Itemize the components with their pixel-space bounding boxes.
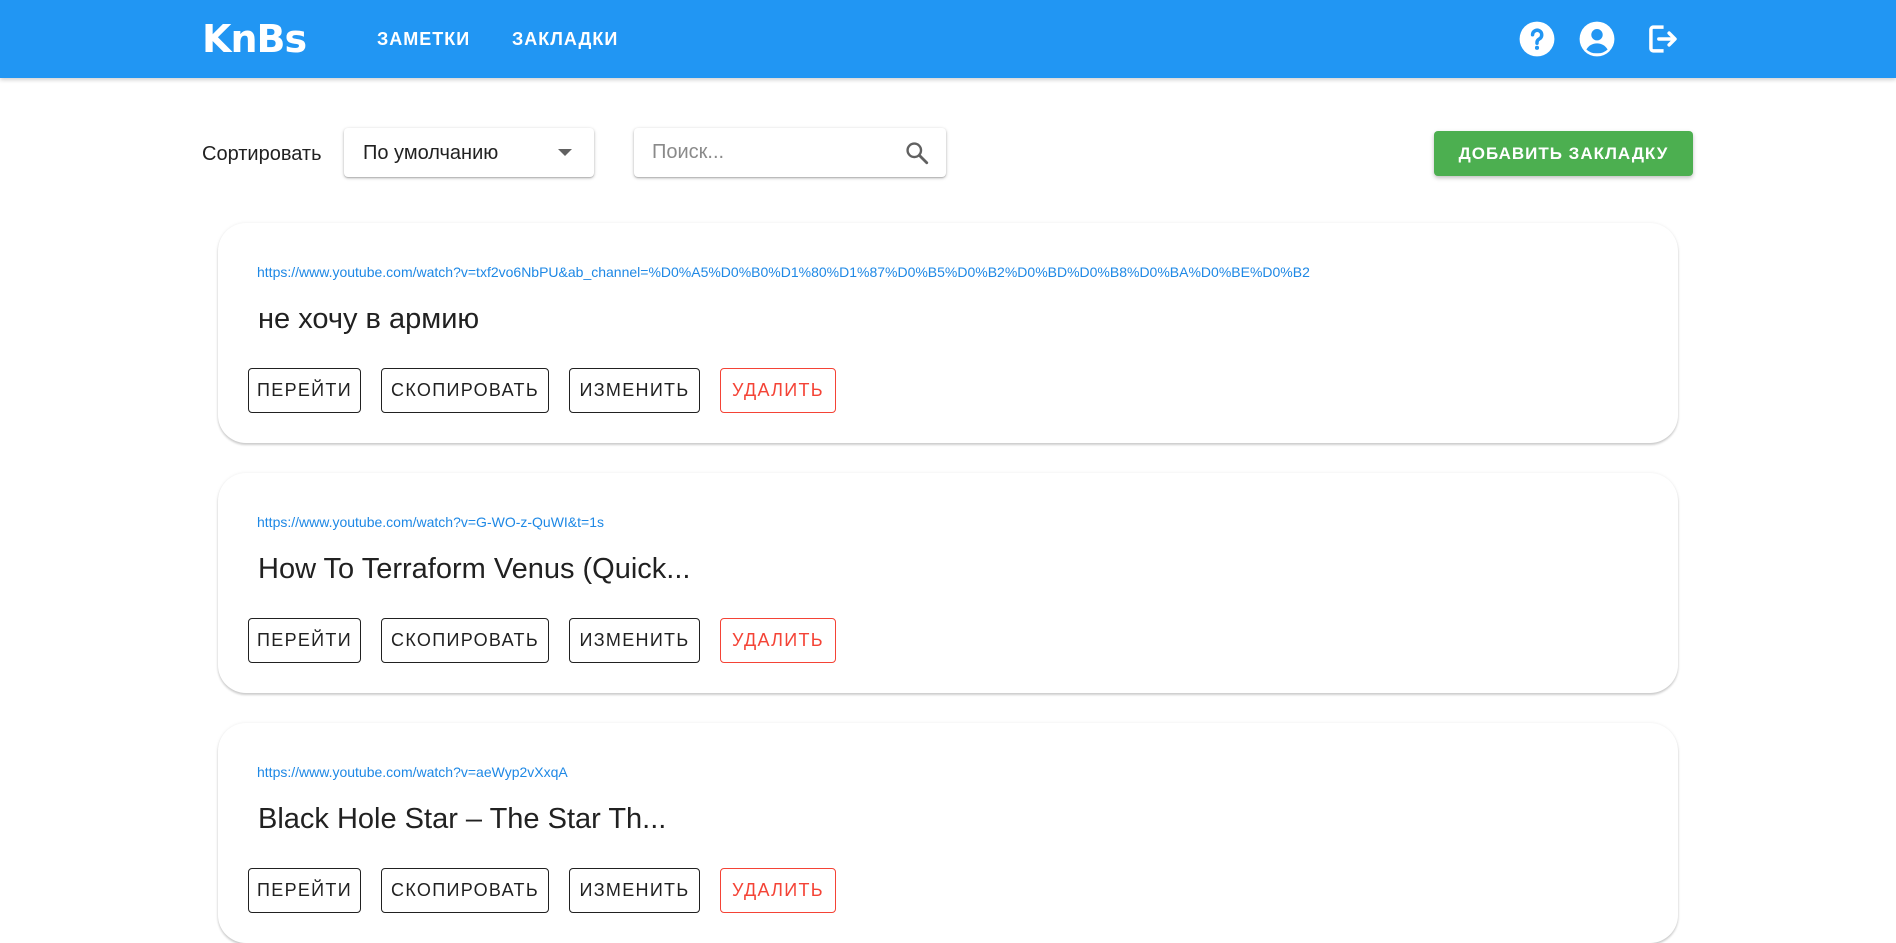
app-bar: KnBs ЗАМЕТКИ ЗАКЛАДКИ bbox=[0, 0, 1896, 78]
app-logo[interactable]: KnBs bbox=[202, 14, 307, 64]
search-icon[interactable] bbox=[904, 140, 930, 166]
copy-button[interactable]: СКОПИРОВАТЬ bbox=[381, 368, 549, 413]
nav-notes[interactable]: ЗАМЕТКИ bbox=[377, 27, 470, 51]
bookmark-title: How To Terraform Venus (Quick... bbox=[258, 553, 691, 585]
search-box bbox=[634, 128, 946, 177]
search-input[interactable] bbox=[652, 138, 892, 166]
copy-button[interactable]: СКОПИРОВАТЬ bbox=[381, 868, 549, 913]
bookmark-card: https://www.youtube.com/watch?v=aeWyp2vX… bbox=[218, 723, 1678, 943]
bookmark-title: Black Hole Star – The Star Th... bbox=[258, 803, 667, 835]
go-button[interactable]: ПЕРЕЙТИ bbox=[248, 368, 361, 413]
bookmark-card: https://www.youtube.com/watch?v=G-WO-z-Q… bbox=[218, 473, 1678, 693]
bookmark-card: https://www.youtube.com/watch?v=txf2vo6N… bbox=[218, 223, 1678, 443]
go-button[interactable]: ПЕРЕЙТИ bbox=[248, 618, 361, 663]
edit-button[interactable]: ИЗМЕНИТЬ bbox=[569, 368, 700, 413]
dropdown-arrow-icon bbox=[558, 149, 572, 156]
logout-icon[interactable] bbox=[1643, 20, 1681, 58]
nav-bookmarks[interactable]: ЗАКЛАДКИ bbox=[512, 27, 618, 51]
delete-button[interactable]: УДАЛИТЬ bbox=[720, 868, 836, 913]
edit-button[interactable]: ИЗМЕНИТЬ bbox=[569, 618, 700, 663]
copy-button[interactable]: СКОПИРОВАТЬ bbox=[381, 618, 549, 663]
delete-button[interactable]: УДАЛИТЬ bbox=[720, 368, 836, 413]
add-bookmark-button[interactable]: ДОБАВИТЬ ЗАКЛАДКУ bbox=[1434, 131, 1693, 176]
bookmark-url[interactable]: https://www.youtube.com/watch?v=G-WO-z-Q… bbox=[257, 513, 604, 531]
account-icon[interactable] bbox=[1578, 20, 1616, 58]
sort-label: Сортировать bbox=[202, 143, 322, 165]
help-icon[interactable] bbox=[1518, 20, 1556, 58]
bookmark-title: не хочу в армию bbox=[258, 303, 480, 335]
delete-button[interactable]: УДАЛИТЬ bbox=[720, 618, 836, 663]
sort-selected-value: По умолчанию bbox=[363, 142, 499, 164]
bookmark-url[interactable]: https://www.youtube.com/watch?v=aeWyp2vX… bbox=[257, 763, 568, 781]
go-button[interactable]: ПЕРЕЙТИ bbox=[248, 868, 361, 913]
bookmark-url[interactable]: https://www.youtube.com/watch?v=txf2vo6N… bbox=[257, 263, 1310, 281]
edit-button[interactable]: ИЗМЕНИТЬ bbox=[569, 868, 700, 913]
sort-select[interactable]: По умолчанию bbox=[344, 128, 594, 177]
